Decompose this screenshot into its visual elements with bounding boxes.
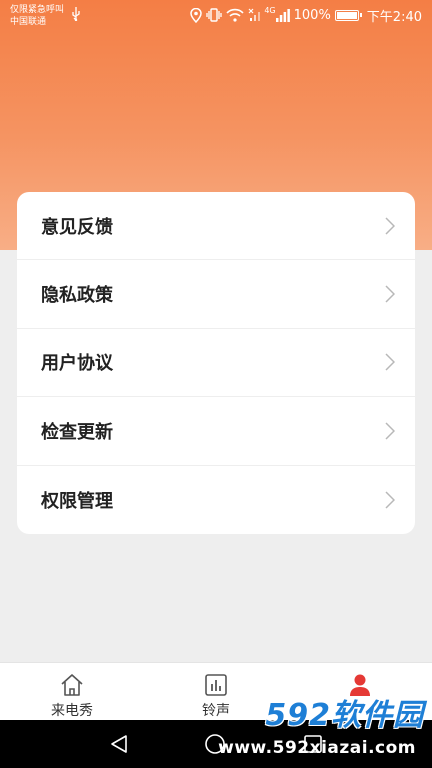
menu-item-permissions[interactable]: 权限管理 — [17, 466, 415, 534]
home-icon — [61, 674, 83, 696]
menu-item-label: 检查更新 — [41, 421, 113, 443]
watermark: 592软件园 www.592xiazai.com — [214, 690, 430, 768]
signal-icon — [275, 8, 290, 22]
tab-label: 来电秀 — [51, 703, 93, 719]
carrier-line2: 中国联通 — [10, 17, 47, 27]
vibrate-icon — [206, 8, 222, 22]
chevron-right-icon — [385, 285, 395, 303]
menu-item-label: 意见反馈 — [41, 216, 113, 238]
menu-item-label: 权限管理 — [41, 490, 113, 512]
carrier-line1: 仅限紧急呼叫 — [10, 5, 65, 15]
battery-percent: 100% — [293, 7, 331, 23]
menu-item-user-agreement[interactable]: 用户协议 — [17, 329, 415, 398]
menu-item-label: 用户协议 — [41, 353, 113, 375]
status-icons: 4G 100% 下午2:40 — [190, 6, 422, 25]
watermark-url: www.592xiazai.com — [218, 738, 416, 758]
no-signal-icon — [248, 8, 261, 21]
tab-caller-show[interactable]: 来电秀 — [0, 663, 144, 720]
location-icon — [190, 7, 203, 23]
chevron-right-icon — [385, 217, 395, 235]
menu-item-feedback[interactable]: 意见反馈 — [17, 192, 415, 261]
watermark-brand: 592软件园 — [265, 698, 424, 733]
settings-card: 意见反馈 隐私政策 用户协议 检查更新 权限管理 — [17, 192, 415, 534]
chevron-right-icon — [385, 491, 395, 509]
usb-icon — [72, 7, 80, 21]
status-time: 下午2:40 — [366, 9, 422, 25]
carrier-info: 仅限紧急呼叫 中国联通 — [10, 4, 64, 28]
menu-item-check-update[interactable]: 检查更新 — [17, 397, 415, 466]
network-type-label: 4G — [264, 6, 276, 15]
status-bar: 仅限紧急呼叫 中国联通 4G 100% 下午2:40 — [0, 0, 432, 30]
menu-item-label: 隐私政策 — [41, 285, 113, 307]
menu-item-privacy-policy[interactable]: 隐私政策 — [17, 260, 415, 329]
chevron-right-icon — [385, 353, 395, 371]
chevron-right-icon — [385, 422, 395, 440]
battery-icon — [334, 9, 362, 21]
wifi-icon — [226, 8, 244, 22]
back-icon[interactable] — [110, 734, 128, 754]
